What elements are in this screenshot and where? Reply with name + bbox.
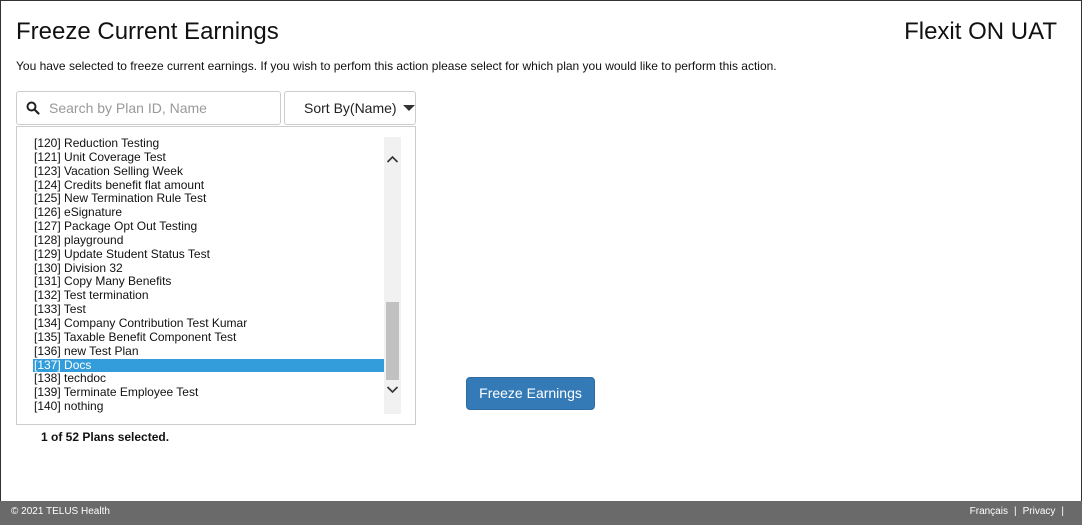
search-icon — [26, 101, 40, 115]
plan-list-item[interactable]: [136] new Test Plan — [33, 344, 384, 359]
plan-list-item[interactable]: [132] Test termination — [33, 288, 384, 303]
plan-list[interactable]: [120] Reduction Testing [121] Unit Covera… — [33, 136, 384, 414]
chevron-down-icon[interactable] — [384, 381, 401, 398]
plan-list-item[interactable]: [133] Test — [33, 302, 384, 317]
plan-list-item[interactable]: [127] Package Opt Out Testing — [33, 219, 384, 234]
plan-list-item[interactable]: [139] Terminate Employee Test — [33, 385, 384, 400]
scrollbar-thumb[interactable] — [386, 302, 399, 380]
plan-list-item[interactable]: [135] Taxable Benefit Component Test — [33, 330, 384, 345]
selection-status: 1 of 52 Plans selected. — [41, 430, 170, 444]
search-box[interactable] — [16, 91, 281, 125]
instruction-text: You have selected to freeze current earn… — [16, 59, 777, 73]
plan-list-item[interactable]: [123] Vacation Selling Week — [33, 164, 384, 179]
plan-list-panel: [120] Reduction Testing [121] Unit Covera… — [16, 126, 416, 425]
plan-list-item[interactable]: [131] Copy Many Benefits — [33, 275, 384, 289]
plan-list-item[interactable]: [124] Credits benefit flat amount — [33, 178, 384, 193]
footer: © 2021 TELUS Health Français | Privacy | — [0, 501, 1082, 525]
sort-label: Sort By(Name) — [304, 100, 397, 116]
plan-list-item[interactable]: [125] New Termination Rule Test — [33, 192, 384, 206]
plan-list-item[interactable]: [126] eSignature — [33, 205, 384, 220]
search-input[interactable] — [47, 96, 275, 120]
copyright-text: © 2021 TELUS Health — [11, 506, 110, 517]
chevron-up-icon[interactable] — [384, 151, 401, 168]
link-francais[interactable]: Français — [970, 506, 1008, 517]
plan-list-item[interactable]: [140] nothing — [33, 399, 384, 414]
footer-separator: | — [1013, 506, 1017, 517]
caret-down-icon — [402, 105, 415, 111]
plan-list-item[interactable]: [120] Reduction Testing — [33, 136, 384, 151]
page-title: Freeze Current Earnings — [16, 18, 279, 45]
plan-list-item[interactable]: [121] Unit Coverage Test — [33, 150, 384, 165]
sort-dropdown[interactable]: Sort By(Name) — [284, 91, 416, 125]
plan-list-item[interactable]: [128] playground — [33, 233, 384, 248]
freeze-earnings-button[interactable]: Freeze Earnings — [466, 377, 595, 410]
plan-list-item[interactable]: [130] Division 32 — [33, 261, 384, 276]
footer-links: Français | Privacy | — [970, 506, 1070, 517]
plan-list-item[interactable]: [137] Docs — [33, 358, 384, 373]
footer-separator: | — [1061, 506, 1064, 517]
link-privacy[interactable]: Privacy — [1023, 506, 1056, 517]
plan-list-item[interactable]: [138] techdoc — [33, 371, 384, 386]
plan-list-item[interactable]: [134] Company Contribution Test Kumar — [33, 316, 384, 331]
plan-list-item[interactable]: [129] Update Student Status Test — [33, 247, 384, 262]
plan-list-scrollbar[interactable] — [384, 137, 401, 414]
environment-title: Flexit ON UAT — [904, 18, 1057, 45]
